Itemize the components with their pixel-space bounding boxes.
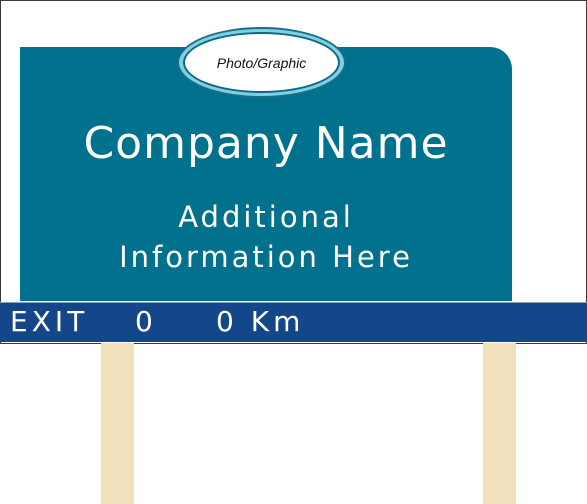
- company-name: Company Name: [83, 118, 449, 169]
- exit-number: 0: [135, 305, 157, 338]
- exit-label: EXIT: [10, 305, 89, 338]
- photo-placeholder-label: Photo/Graphic: [183, 32, 340, 93]
- left-post: [101, 343, 134, 504]
- photo-placeholder: Photo/Graphic: [177, 27, 346, 98]
- info-line-1: Additional: [178, 200, 354, 234]
- right-post: [483, 343, 516, 504]
- info-line-2: Information Here: [119, 240, 413, 274]
- exit-distance: 0 Km: [216, 305, 305, 338]
